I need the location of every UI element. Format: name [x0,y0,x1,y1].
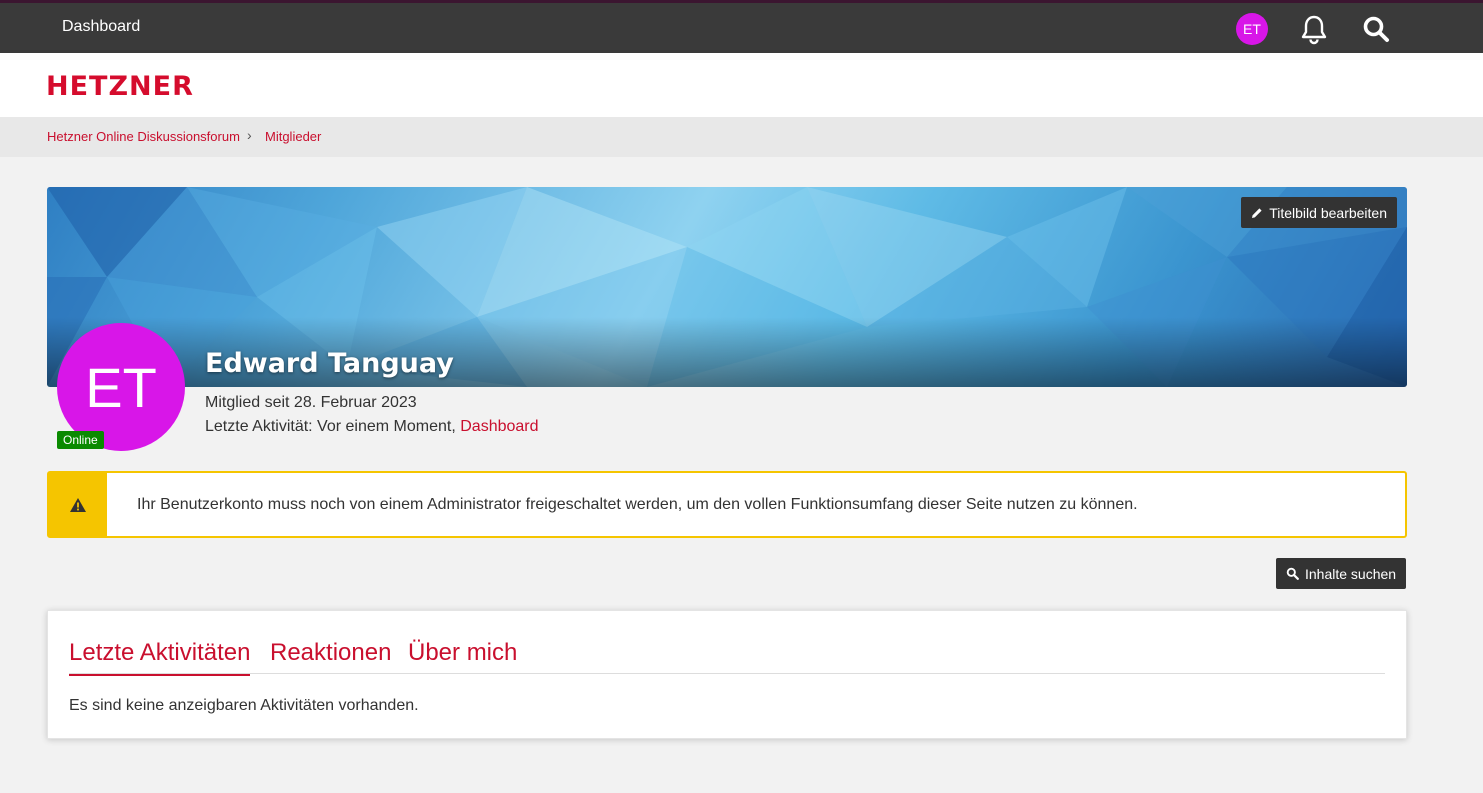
alert-icon-area [49,473,107,536]
breadcrumb: Hetzner Online Diskussionsforum › Mitgli… [0,117,1483,157]
account-pending-alert: Ihr Benutzerkonto muss noch von einem Ad… [47,471,1407,538]
tab-reactions[interactable]: Reaktionen [270,639,391,674]
top-navigation-bar: Dashboard ET [0,0,1483,53]
hetzner-logo[interactable]: HETZNER [46,71,194,102]
last-activity-text: Letzte Aktivität: Vor einem Moment, [205,418,461,435]
member-since-text: Mitglied seit 28. Februar 2023 [205,394,417,411]
warning-icon [70,497,86,512]
last-activity-dashboard-link[interactable]: Dashboard [460,418,538,435]
profile-tabs: Letzte Aktivitäten Reaktionen Über mich [69,639,1385,676]
search-icon [1286,567,1299,580]
dashboard-link[interactable]: Dashboard [62,18,140,36]
tab-recent-activities[interactable]: Letzte Aktivitäten [69,639,251,676]
online-status-badge: Online [57,431,104,449]
search-content-button[interactable]: Inhalte suchen [1276,558,1407,589]
pencil-icon [1252,207,1262,218]
profile-name: Edward Tanguay [205,348,454,379]
user-avatar-menu[interactable]: ET [1236,13,1268,45]
profile-content-panel: Letzte Aktivitäten Reaktionen Über mich … [47,610,1407,739]
tab-about-me[interactable]: Über mich [408,639,517,674]
search-icon[interactable] [1360,13,1392,45]
edit-cover-button[interactable]: Titelbild bearbeiten [1241,197,1397,228]
notifications-bell-icon[interactable] [1298,13,1330,45]
brand-header: HETZNER [0,53,1483,117]
edit-cover-label: Titelbild bearbeiten [1269,204,1387,221]
breadcrumb-item-members[interactable]: Mitglieder [265,129,321,144]
no-activities-message: Es sind keine anzeigbaren Aktivitäten vo… [69,697,419,714]
search-content-label: Inhalte suchen [1305,565,1397,582]
alert-message: Ihr Benutzerkonto muss noch von einem Ad… [137,496,1138,513]
breadcrumb-separator-icon: › [247,127,252,143]
last-activity-line: Letzte Aktivität: Vor einem Moment, Dash… [205,418,539,436]
breadcrumb-item-forum[interactable]: Hetzner Online Diskussionsforum [47,129,240,144]
